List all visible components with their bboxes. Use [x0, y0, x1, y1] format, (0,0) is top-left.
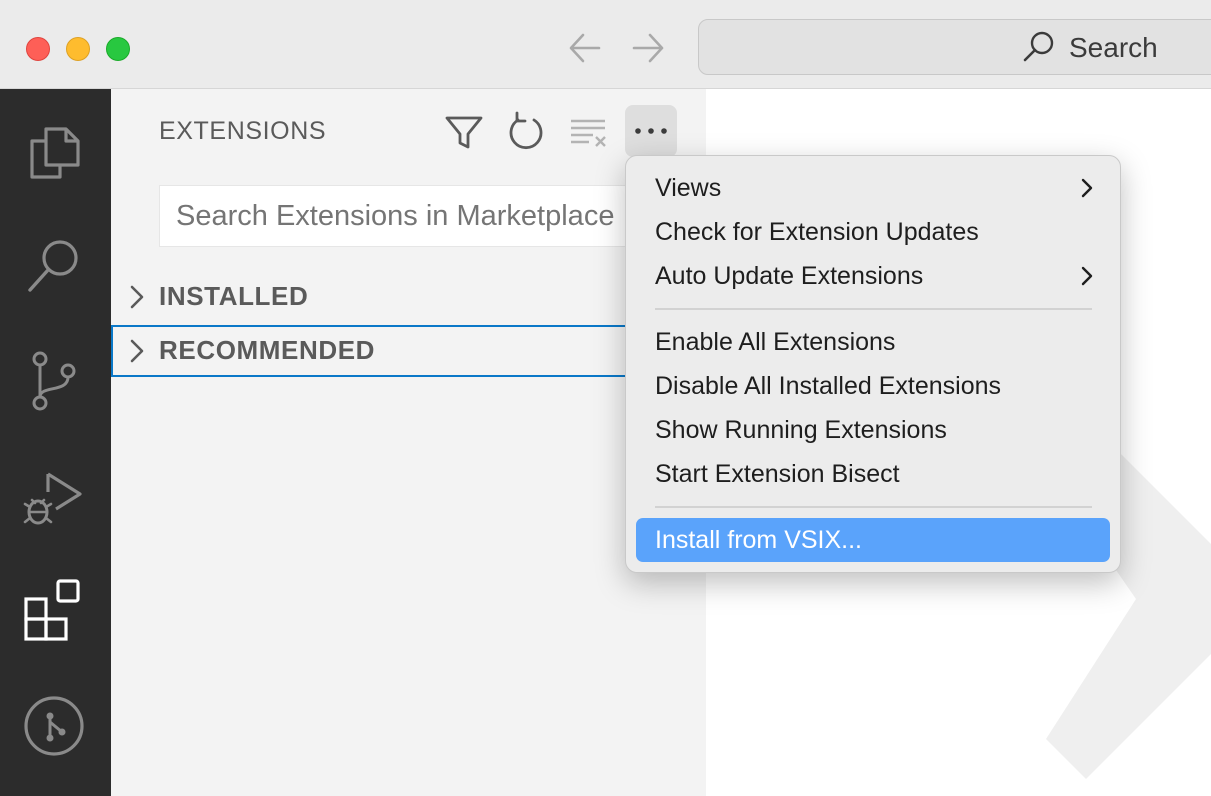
ellipsis-icon — [635, 128, 667, 134]
chevron-right-icon — [1081, 266, 1093, 286]
more-actions-button[interactable] — [625, 105, 677, 157]
menu-item-disable-all[interactable]: Disable All Installed Extensions — [636, 364, 1110, 408]
activity-extensions[interactable] — [0, 559, 111, 659]
menu-item-label: Start Extension Bisect — [655, 460, 900, 488]
activity-source-control[interactable] — [0, 329, 111, 429]
command-center-search[interactable]: Search — [698, 19, 1211, 75]
menu-item-install-vsix[interactable]: Install from VSIX... — [636, 518, 1110, 562]
activity-search[interactable] — [0, 214, 111, 314]
menu-item-enable-all[interactable]: Enable All Extensions — [636, 320, 1110, 364]
command-center-label: Search — [1069, 32, 1158, 63]
section-installed[interactable]: INSTALLED — [111, 271, 706, 323]
clear-search-button — [565, 109, 611, 155]
menu-item-check-updates[interactable]: Check for Extension Updates — [636, 210, 1110, 254]
activity-remote-explorer[interactable] — [0, 674, 111, 774]
source-control-icon — [32, 351, 76, 411]
menu-separator — [655, 308, 1092, 310]
clear-all-icon — [571, 119, 606, 147]
files-icon — [30, 127, 80, 179]
section-recommended[interactable]: RECOMMENDED — [111, 325, 706, 377]
remote-explorer-icon — [24, 696, 84, 756]
activity-run-debug[interactable] — [0, 444, 111, 544]
activity-explorer[interactable] — [0, 99, 111, 199]
menu-item-label: Enable All Extensions — [655, 328, 896, 356]
arrow-right-icon — [632, 33, 664, 63]
menu-item-label: Show Running Extensions — [655, 416, 947, 444]
close-window-button[interactable] — [26, 37, 50, 61]
section-label: INSTALLED — [159, 281, 309, 311]
go-back-button[interactable] — [565, 30, 605, 66]
chevron-right-icon — [130, 339, 144, 363]
chevron-right-icon — [130, 285, 144, 309]
section-label: RECOMMENDED — [159, 335, 376, 365]
menu-separator — [655, 506, 1092, 508]
chevron-right-icon — [1081, 178, 1093, 198]
menu-item-label: Views — [655, 174, 722, 202]
title-bar: Search — [0, 0, 1211, 89]
menu-item-label: Install from VSIX... — [655, 526, 863, 554]
zoom-window-button[interactable] — [106, 37, 130, 61]
go-forward-button[interactable] — [628, 30, 668, 66]
menu-item-bisect[interactable]: Start Extension Bisect — [636, 452, 1110, 496]
filter-extensions-button[interactable] — [441, 109, 487, 155]
menu-item-views[interactable]: Views — [636, 166, 1110, 210]
search-icon — [1023, 31, 1054, 62]
filter-icon — [445, 116, 483, 149]
menu-item-label: Check for Extension Updates — [655, 218, 979, 246]
minimize-window-button[interactable] — [66, 37, 90, 61]
menu-item-label: Auto Update Extensions — [655, 262, 924, 290]
extensions-icon — [24, 579, 80, 641]
search-icon — [28, 240, 78, 292]
run-debug-icon — [23, 472, 82, 525]
menu-item-label: Disable All Installed Extensions — [655, 372, 1002, 400]
menu-item-auto-update[interactable]: Auto Update Extensions — [636, 254, 1110, 298]
arrow-left-icon — [569, 33, 601, 63]
menu-item-show-running[interactable]: Show Running Extensions — [636, 408, 1110, 452]
sidebar-title: EXTENSIONS — [159, 117, 327, 145]
refresh-button[interactable] — [503, 109, 549, 155]
refresh-icon — [509, 111, 543, 150]
extensions-sidebar: EXTENSIONS INSTALLED RE — [111, 89, 719, 796]
extensions-more-actions-menu: Views Check for Extension Updates Auto U… — [625, 155, 1121, 573]
activity-bar — [0, 89, 111, 796]
